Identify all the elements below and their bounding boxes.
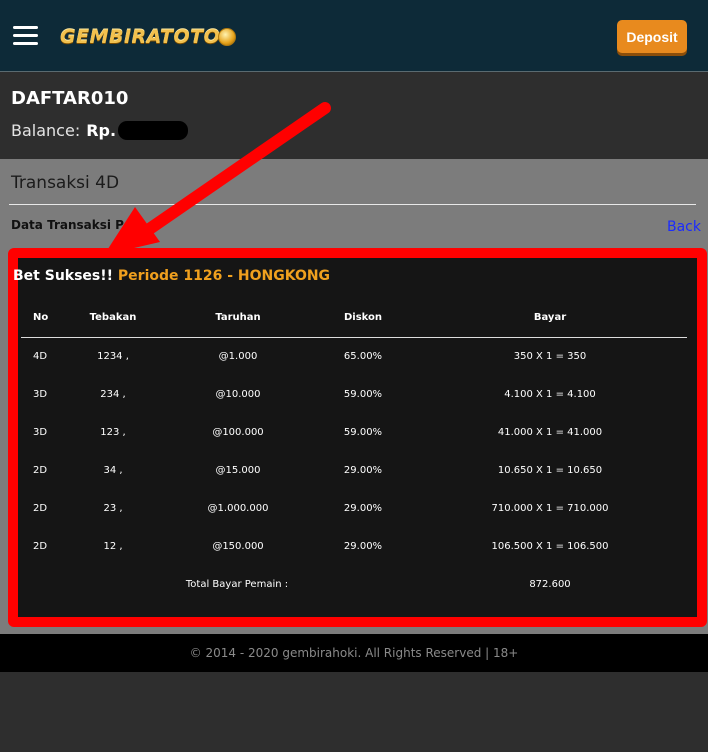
cell-taruhan: @1.000.000 <box>207 502 269 514</box>
balance-currency: Rp. <box>86 121 117 140</box>
cell-tebakan: 234 , <box>100 388 126 400</box>
table-row: 2D 23 , @1.000.000 29.00% 710.000 X 1 = … <box>21 489 687 527</box>
site-logo[interactable]: GEMBIRATOTO <box>60 24 237 50</box>
cell-diskon: 59.00% <box>343 426 383 438</box>
cell-tebakan: 23 , <box>103 502 123 514</box>
top-navbar: GEMBIRATOTO Deposit <box>0 0 708 72</box>
back-link[interactable]: Back <box>667 219 701 235</box>
table-row: 3D 123 , @100.000 59.00% 41.000 X 1 = 41… <box>21 413 687 451</box>
cell-bayar: 41.000 X 1 = 41.000 <box>497 426 603 438</box>
table-row: 2D 34 , @15.000 29.00% 10.650 X 1 = 10.6… <box>21 451 687 489</box>
total-row: Total Bayar Pemain : 872.600 <box>21 565 687 603</box>
logo-coin-icon <box>218 28 237 46</box>
balance-label: Balance: <box>11 121 81 140</box>
cell-bayar: 10.650 X 1 = 10.650 <box>497 464 603 476</box>
cell-taruhan: @1.000 <box>218 350 258 362</box>
bet-success-text: Bet Sukses!! <box>13 268 114 284</box>
table-row: 3D 234 , @10.000 59.00% 4.100 X 1 = 4.10… <box>21 375 687 413</box>
cell-no: 2D <box>33 464 48 476</box>
username: DAFTAR010 <box>11 88 129 109</box>
table-header-row: No Tebakan Taruhan Diskon Bayar <box>21 299 687 338</box>
cell-tebakan: 1234 , <box>97 350 129 362</box>
copyright-text: © 2014 - 2020 gembirahoki. All Rights Re… <box>189 646 519 660</box>
cell-taruhan: @10.000 <box>215 388 261 400</box>
bet-status-heading: Bet Sukses!! Periode 1126 - HONGKONG <box>13 268 330 284</box>
cell-diskon: 59.00% <box>343 388 383 400</box>
footer: © 2014 - 2020 gembirahoki. All Rights Re… <box>0 634 708 672</box>
cell-diskon: 29.00% <box>343 540 383 552</box>
redacted-balance <box>118 121 189 140</box>
deposit-button[interactable]: Deposit <box>617 20 687 53</box>
cell-bayar: 710.000 X 1 = 710.000 <box>491 502 609 514</box>
cell-tebakan: 34 , <box>103 464 123 476</box>
bet-table: No Tebakan Taruhan Diskon Bayar 4D 1234 … <box>21 299 687 603</box>
col-header-diskon: Diskon <box>313 299 413 338</box>
cell-taruhan: @150.000 <box>212 540 264 552</box>
balance-row: Balance: Rp. <box>11 121 189 140</box>
hamburger-menu-icon[interactable] <box>13 26 38 45</box>
cell-no: 3D <box>33 426 48 438</box>
col-header-no: No <box>21 299 63 338</box>
cell-bayar: 4.100 X 1 = 4.100 <box>504 388 596 400</box>
col-header-tebakan: Tebakan <box>63 299 163 338</box>
col-header-taruhan: Taruhan <box>163 299 313 338</box>
bet-period-text: Periode 1126 - HONGKONG <box>117 268 331 284</box>
cell-diskon: 29.00% <box>343 464 383 476</box>
page-title: Transaksi 4D <box>11 173 120 193</box>
cell-no: 2D <box>33 540 48 552</box>
cell-taruhan: @15.000 <box>215 464 261 476</box>
cell-no: 3D <box>33 388 48 400</box>
divider <box>9 204 696 205</box>
cell-bayar: 106.500 X 1 = 106.500 <box>491 540 609 552</box>
logo-text: GEMBIRATOTO <box>60 26 221 48</box>
cell-diskon: 29.00% <box>343 502 383 514</box>
account-info: DAFTAR010 Balance: Rp. <box>0 73 708 159</box>
table-row: 4D 1234 , @1.000 65.00% 350 X 1 = 350 <box>21 337 687 375</box>
table-row: 2D 12 , @150.000 29.00% 106.500 X 1 = 10… <box>21 527 687 565</box>
cell-diskon: 65.00% <box>343 350 383 362</box>
cell-bayar: 350 X 1 = 350 <box>513 350 587 362</box>
cell-tebakan: 12 , <box>103 540 123 552</box>
total-label: Total Bayar Pemain : <box>185 578 289 590</box>
col-header-bayar: Bayar <box>413 299 687 338</box>
cell-taruhan: @100.000 <box>212 426 264 438</box>
data-transaction-label: Data Transaksi Pem <box>11 218 145 232</box>
cell-tebakan: 123 , <box>100 426 126 438</box>
total-value: 872.600 <box>529 578 571 590</box>
cell-no: 2D <box>33 502 48 514</box>
cell-no: 4D <box>33 350 48 362</box>
